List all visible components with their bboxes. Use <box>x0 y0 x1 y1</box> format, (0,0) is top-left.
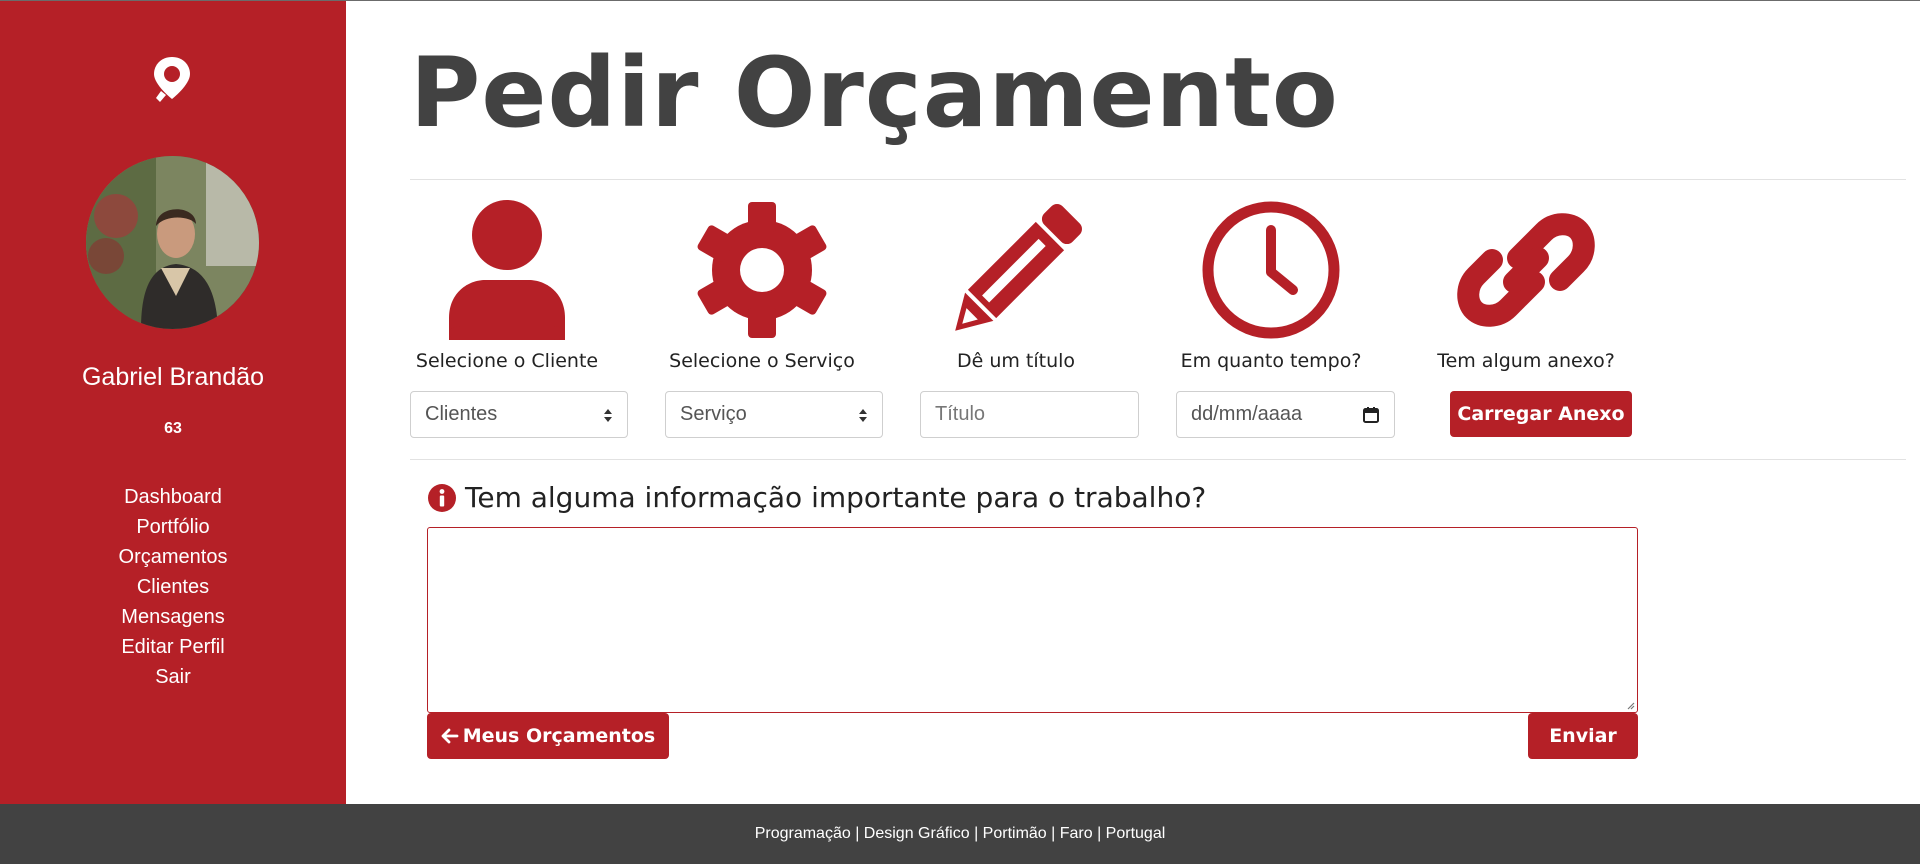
step-label: Selecione o Cliente <box>415 350 599 372</box>
main-content: Pedir Orçamento Selecione o Cliente Sele… <box>346 1 1920 804</box>
user-count: 63 <box>164 420 182 437</box>
service-select[interactable]: Serviço <box>665 391 883 438</box>
sidebar-item-editar-perfil[interactable]: Editar Perfil <box>0 632 346 662</box>
location-pin-logo-icon[interactable] <box>151 55 193 107</box>
step-title: Dê um título <box>906 197 1126 372</box>
my-quotes-label: Meus Orçamentos <box>462 725 656 747</box>
upload-attachment-button[interactable]: Carregar Anexo <box>1450 391 1632 437</box>
step-label: Em quanto tempo? <box>1180 350 1362 372</box>
info-textarea[interactable] <box>427 527 1638 713</box>
my-quotes-button[interactable]: Meus Orçamentos <box>427 713 669 759</box>
sidebar-nav: Dashboard Portfólio Orçamentos Clientes … <box>0 482 346 692</box>
user-name: Gabriel Brandão <box>81 363 265 391</box>
date-placeholder: dd/mm/aaaa <box>1191 403 1303 425</box>
clock-icon <box>1161 197 1381 342</box>
sidebar: Gabriel Brandão 63 Dashboard Portfólio O… <box>0 1 346 804</box>
info-icon <box>428 483 456 512</box>
sidebar-item-clientes[interactable]: Clientes <box>0 572 346 602</box>
pencil-icon <box>906 197 1126 342</box>
title-field[interactable] <box>920 391 1139 438</box>
divider <box>410 459 1906 460</box>
title-input[interactable] <box>935 403 1124 426</box>
select-arrows-icon <box>859 409 867 422</box>
step-service: Selecione o Serviço <box>652 197 872 372</box>
page-title: Pedir Orçamento <box>410 37 1339 149</box>
step-deadline: Em quanto tempo? <box>1161 197 1381 372</box>
gear-icon <box>652 197 872 342</box>
date-field[interactable]: dd/mm/aaaa <box>1176 391 1395 438</box>
sidebar-item-sair[interactable]: Sair <box>0 662 346 692</box>
send-button[interactable]: Enviar <box>1528 713 1638 759</box>
resize-grip-icon[interactable] <box>1625 700 1635 710</box>
info-question-text: Tem alguma informação importante para o … <box>465 481 1207 514</box>
user-icon <box>397 197 617 342</box>
step-label: Tem algum anexo? <box>1437 350 1615 372</box>
calendar-icon[interactable] <box>1362 406 1380 424</box>
divider <box>410 179 1906 180</box>
sidebar-item-orcamentos[interactable]: Orçamentos <box>0 542 346 572</box>
footer: Programação | Design Gráfico | Portimão … <box>0 804 1920 864</box>
avatar[interactable] <box>86 156 259 329</box>
client-select-value: Clientes <box>425 403 498 425</box>
arrow-left-icon <box>441 728 459 744</box>
step-label: Selecione o Serviço <box>669 350 855 372</box>
select-arrows-icon <box>604 409 612 422</box>
sidebar-item-mensagens[interactable]: Mensagens <box>0 602 346 632</box>
step-label: Dê um título <box>956 350 1076 372</box>
service-select-value: Serviço <box>680 403 747 425</box>
step-attachment: Tem algum anexo? <box>1416 197 1636 372</box>
client-select[interactable]: Clientes <box>410 391 628 438</box>
info-question: Tem alguma informação importante para o … <box>427 481 1206 514</box>
link-icon <box>1416 197 1636 342</box>
sidebar-item-portfolio[interactable]: Portfólio <box>0 512 346 542</box>
step-client: Selecione o Cliente <box>397 197 617 372</box>
sidebar-item-dashboard[interactable]: Dashboard <box>0 482 346 512</box>
